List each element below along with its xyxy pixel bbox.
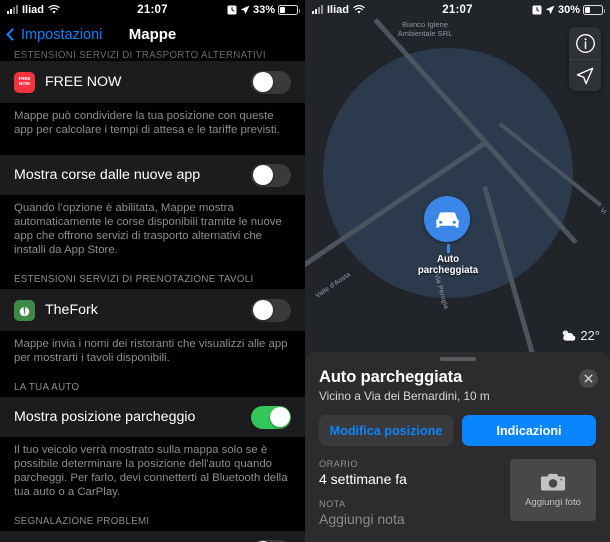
toggle-knob <box>269 407 290 427</box>
details-spacer <box>319 487 498 499</box>
weather-indicator: 22° <box>560 328 600 343</box>
location-arrow-icon <box>545 5 555 14</box>
toggle-free-now[interactable] <box>251 70 291 94</box>
sheet-actions: Modifica posizione Indicazioni <box>305 403 610 446</box>
close-icon <box>584 374 593 383</box>
sheet-details: ORARIO 4 settimane fa NOTA Aggiungi nota… <box>305 446 610 527</box>
location-arrow-icon <box>240 5 250 14</box>
row-label-free-now: FREE NOW <box>45 74 122 90</box>
signal-bars-icon <box>7 5 18 14</box>
row-label-show-parking-location: Mostra posizione parcheggio <box>14 409 196 425</box>
status-bar-left: Iliad 21:07 33% <box>0 0 305 19</box>
back-button-label: Impostazioni <box>21 26 103 43</box>
pin-label: Auto parcheggiata <box>417 254 479 276</box>
time-value: 4 settimane fa <box>319 471 407 487</box>
street-label-valle-daosta: Valle d'Aosta <box>314 271 352 300</box>
partly-cloudy-icon <box>563 330 576 341</box>
row-send-feedback-email[interactable]: Invia feedback via e-mail <box>0 531 305 542</box>
footnote-table-booking: Mappe invia i nomi dei ristoranti che vi… <box>0 331 305 375</box>
navigation-bar: Impostazioni Mappe <box>0 19 305 50</box>
directions-button[interactable]: Indicazioni <box>462 415 596 446</box>
settings-panel: Iliad 21:07 33% Impostazioni Mappe ESTEN… <box>0 0 305 542</box>
battery-icon <box>278 4 300 15</box>
pin-bubble <box>424 196 470 242</box>
note-label: NOTA <box>319 499 346 509</box>
status-left-group: Iliad <box>312 4 365 16</box>
parked-car-pin[interactable]: Auto parcheggiata <box>418 196 478 276</box>
add-photo-button[interactable]: Aggiungi foto <box>510 459 596 521</box>
dual-phone-screenshot: Iliad 21:07 33% Impostazioni Mappe ESTEN… <box>0 0 610 542</box>
status-right-group: 33% <box>227 3 300 16</box>
footnote-transport: Mappe può condividere la tua posizione c… <box>0 103 305 147</box>
toggle-knob <box>252 165 273 185</box>
battery-icon <box>583 4 605 15</box>
row-show-parking-location[interactable]: Mostra posizione parcheggio <box>0 397 305 437</box>
carrier-label: Iliad <box>22 3 45 16</box>
battery-percent-label: 33% <box>252 3 275 16</box>
back-button[interactable]: Impostazioni <box>6 26 103 43</box>
footnote-new-app-rides: Quando l’opzione è abilitata, Mappe most… <box>0 195 305 267</box>
freenow-app-icon: FREE NOW <box>14 71 35 93</box>
section-header-table-booking: ESTENSIONI SERVIZI DI PRENOTAZIONE TAVOL… <box>14 274 254 285</box>
navigation-arrow-icon <box>576 67 594 84</box>
add-photo-label: Aggiungi foto <box>524 497 581 508</box>
info-icon <box>575 33 595 53</box>
note-value[interactable]: Aggiungi nota <box>319 511 498 527</box>
wifi-icon <box>48 4 60 14</box>
alarm-clock-icon <box>532 5 542 14</box>
car-icon <box>435 212 459 228</box>
sheet-title: Auto parcheggiata <box>319 368 463 386</box>
details-text-column: ORARIO 4 settimane fa NOTA Aggiungi nota <box>319 459 498 527</box>
thefork-app-icon <box>14 299 35 321</box>
toggle-show-parking-location[interactable] <box>251 405 291 429</box>
toggle-knob <box>252 72 273 92</box>
section-header-transport: ESTENSIONI SERVIZI DI TRASPORTO ALTERNAT… <box>14 50 266 61</box>
map-controls <box>569 27 601 91</box>
sheet-header: Auto parcheggiata Vicino a Via dei Berna… <box>305 361 610 403</box>
status-left-group: Iliad <box>7 4 60 16</box>
carrier-label: Iliad <box>327 3 350 16</box>
chevron-left-icon <box>6 28 19 41</box>
sheet-subtitle: Vicino a Via dei Bernardini, 10 m <box>319 389 490 403</box>
status-bar-right: Iliad 21:07 30% <box>305 0 610 19</box>
street-label-partial: Vi <box>598 206 608 217</box>
row-thefork[interactable]: TheFork <box>0 289 305 331</box>
camera-icon <box>540 473 566 491</box>
section-header-problem-reporting: SEGNALAZIONE PROBLEMI <box>14 516 150 527</box>
status-right-group: 30% <box>532 3 605 16</box>
pin-stem <box>446 244 450 253</box>
footnote-your-car: Il tuo veicolo verrà mostrato sulla mapp… <box>0 437 305 509</box>
row-label-show-new-app-rides: Mostra corse dalle nuove app <box>14 167 201 183</box>
toggle-show-new-app-rides[interactable] <box>251 163 291 187</box>
fork-glyph-icon <box>19 304 30 316</box>
row-label-thefork: TheFork <box>45 302 98 318</box>
close-button[interactable] <box>579 369 598 388</box>
locate-me-button[interactable] <box>569 59 601 91</box>
wifi-icon <box>353 4 365 14</box>
signal-bars-icon <box>312 5 323 14</box>
row-show-new-app-rides[interactable]: Mostra corse dalle nuove app <box>0 155 305 195</box>
toggle-thefork[interactable] <box>251 298 291 322</box>
time-label: ORARIO <box>319 459 358 469</box>
battery-percent-label: 30% <box>557 3 580 16</box>
info-button[interactable] <box>569 27 601 59</box>
row-free-now[interactable]: FREE NOW FREE NOW <box>0 61 305 103</box>
weather-temp-label: 22° <box>580 328 600 343</box>
edit-location-button[interactable]: Modifica posizione <box>319 415 453 446</box>
alarm-clock-icon <box>227 5 237 14</box>
section-header-your-car: LA TUA AUTO <box>14 382 80 393</box>
place-detail-sheet: Auto parcheggiata Vicino a Via dei Berna… <box>305 352 610 542</box>
toggle-knob <box>252 300 273 320</box>
maps-panel: Bianco Iglene Ambientale SRL Valle d'Aost… <box>305 0 610 542</box>
section-gap <box>0 147 305 155</box>
